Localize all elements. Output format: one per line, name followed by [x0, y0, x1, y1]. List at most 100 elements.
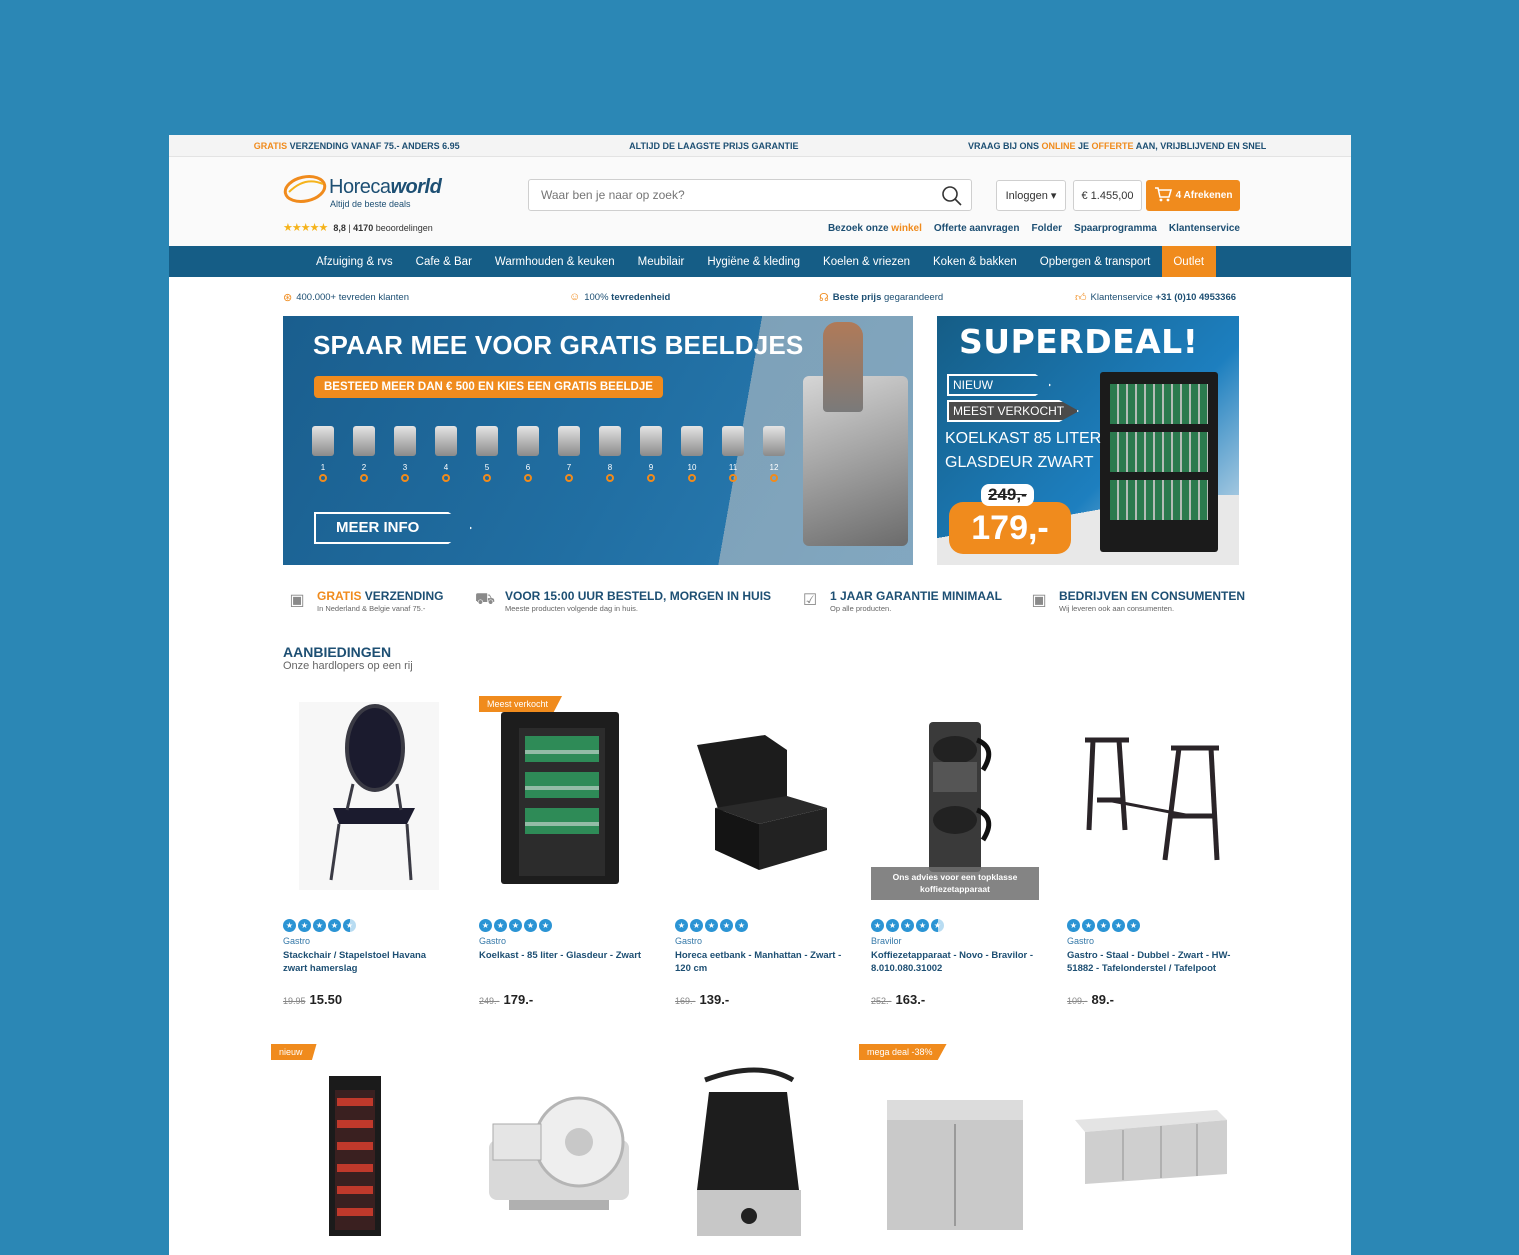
figurine-number: 2 [361, 463, 367, 472]
product-title[interactable]: Stackchair / Stapelstoel Havana zwart ha… [283, 949, 451, 975]
product-image-coffee-machine[interactable]: Ons advies voor een topklasse koffiezeta… [871, 700, 1041, 900]
logo[interactable]: Horecaworld Altijd de beste deals [283, 172, 463, 212]
radio-dot-icon[interactable] [770, 474, 778, 482]
chevron-down-icon: ▾ [1050, 190, 1057, 202]
radio-dot-icon[interactable] [442, 474, 450, 482]
product-title[interactable]: Gastro - Staal - Dubbel - Zwart - HW-518… [1067, 949, 1235, 975]
figurine-option[interactable]: 6 [514, 426, 542, 482]
usp4-rest: Klantenservice [1090, 292, 1156, 303]
product-image-display-fridge[interactable] [283, 1050, 453, 1250]
product-image-bench[interactable] [675, 700, 845, 900]
radio-dot-icon[interactable] [606, 474, 614, 482]
checkout-label: 4 Afrekenen [1175, 190, 1233, 201]
figurine-image [640, 426, 662, 456]
fridge-shelf [1110, 480, 1208, 520]
product-image-contact-grill[interactable] [675, 1050, 845, 1250]
product-title[interactable]: Koffiezetapparaat - Novo - Bravilor - 8.… [871, 949, 1039, 975]
link-savings-program[interactable]: Spaarprogramma [1074, 223, 1157, 234]
nav-item-afzuiging[interactable]: Afzuiging & rvs [304, 246, 404, 277]
radio-dot-icon[interactable] [401, 474, 409, 482]
product-rating: ★ ★ ★ ★ ★ [479, 919, 552, 932]
figurine-option[interactable]: 3 [391, 426, 419, 482]
usp-lowest-price: ALTIJD DE LAAGSTE PRIJS GARANTIE [629, 140, 799, 151]
star-icon: ★ [735, 919, 748, 932]
figurine-option[interactable]: 5 [473, 426, 501, 482]
search-icon[interactable] [941, 185, 963, 212]
nav-item-opbergen[interactable]: Opbergen & transport [1028, 246, 1162, 277]
radio-dot-icon[interactable] [647, 474, 655, 482]
nav-item-warmhouden[interactable]: Warmhouden & keuken [483, 246, 626, 277]
star-icon: ★ [1082, 919, 1095, 932]
radio-dot-icon[interactable] [729, 474, 737, 482]
star-icon: ★ [494, 919, 507, 932]
usp1-bold: 400.000+ tevreden [296, 292, 376, 303]
usp4-text: Klantenservice +31 (0)10 4953366 [1091, 292, 1237, 303]
logo-tagline: Altijd de beste deals [330, 199, 411, 209]
star-icon: ★ [479, 919, 492, 932]
usp-quote-c: JE [1075, 140, 1092, 151]
radio-dot-icon[interactable] [483, 474, 491, 482]
figurine-option[interactable]: 4 [432, 426, 460, 482]
search-input[interactable] [529, 180, 971, 210]
review-summary[interactable]: ★★★★★ 8,8 | 4170 beoordelingen [283, 221, 433, 234]
product-title[interactable]: Koelkast - 85 liter - Glasdeur - Zwart [479, 949, 647, 962]
radio-dot-icon[interactable] [565, 474, 573, 482]
figurine-option[interactable]: 10 [678, 426, 706, 482]
benefit-title: 1 JAAR GARANTIE MINIMAAL [830, 589, 1003, 603]
search-box [528, 179, 972, 211]
usp-quote: VRAAG BIJ ONS ONLINE JE OFFERTE AAN, VRI… [968, 141, 1266, 151]
cart-total[interactable]: € 1.455,00 [1073, 180, 1142, 211]
radio-dot-icon[interactable] [319, 474, 327, 482]
link-visit-store[interactable]: Bezoek onze winkel [828, 223, 922, 234]
more-info-button[interactable]: MEER INFO [314, 512, 472, 544]
radio-dot-icon[interactable] [524, 474, 532, 482]
figurine-option[interactable]: 1 [309, 426, 337, 482]
superdeal-banner[interactable]: SUPERDEAL! NIEUW MEEST VERKOCHT KOELKAST… [937, 316, 1239, 565]
benefit-next-day: ⛟ VOOR 15:00 UUR BESTELD, MORGEN IN HUIS… [471, 589, 771, 613]
percent-icon: ⊛ [283, 292, 293, 304]
star-icon: ★ [1097, 919, 1110, 932]
old-price: 109.- [1067, 996, 1088, 1006]
figurine-option[interactable]: 9 [637, 426, 665, 482]
radio-dot-icon[interactable] [688, 474, 696, 482]
link-request-quote[interactable]: Offerte aanvragen [934, 223, 1020, 234]
nav-item-cafe-bar[interactable]: Cafe & Bar [404, 246, 483, 277]
benefit-sub: Op alle producten. [830, 604, 892, 613]
rating-text: 8,8 | 4170 beoordelingen [333, 223, 432, 233]
figurine-option[interactable]: 2 [350, 426, 378, 482]
product-image-table-frame[interactable] [1067, 700, 1237, 900]
figurine-image [681, 426, 703, 456]
login-button[interactable]: Inloggen ▾ [996, 180, 1066, 211]
link-folder[interactable]: Folder [1031, 223, 1062, 234]
product-image-chair[interactable] [283, 700, 453, 900]
product-image-fridge[interactable] [479, 700, 649, 900]
savings-banner[interactable]: SPAAR MEE VOOR GRATIS BEELDJES BESTEED M… [283, 316, 913, 565]
benefit-text: 1 JAAR GARANTIE MINIMAAL Op alle product… [830, 589, 1002, 613]
figurine-image [353, 426, 375, 456]
logo-bold: world [390, 176, 442, 198]
nav-item-meubilair[interactable]: Meubilair [626, 246, 696, 277]
figurine-option[interactable]: 8 [596, 426, 624, 482]
figurine-option[interactable]: 11 [719, 426, 747, 482]
nav-item-koken[interactable]: Koken & bakken [922, 246, 1029, 277]
usp2-text: 100% tevredenheid [584, 292, 670, 303]
nav-item-hygiene[interactable]: Hygiëne & kleding [696, 246, 812, 277]
radio-dot-icon[interactable] [360, 474, 368, 482]
figurine-option[interactable]: 12 [760, 426, 788, 482]
product-title[interactable]: Horeca eetbank - Manhattan - Zwart - 120… [675, 949, 843, 975]
link-customer-service[interactable]: Klantenservice [1169, 223, 1240, 234]
product-image-cooling-workbench[interactable] [1067, 1050, 1237, 1250]
usp-quote-a: VRAAG BIJ ONS [968, 140, 1042, 151]
checkout-button[interactable]: 4 Afrekenen [1146, 180, 1240, 211]
nav-item-koelen[interactable]: Koelen & vriezen [812, 246, 922, 277]
product-prices: 169.- 139.- [675, 992, 729, 1007]
product-image-saladette[interactable] [871, 1050, 1041, 1250]
star-icon: ★ [886, 919, 899, 932]
link-visit-b: winkel [891, 223, 922, 234]
figurine-number: 9 [648, 463, 654, 472]
figurine-option[interactable]: 7 [555, 426, 583, 482]
nav-item-outlet[interactable]: Outlet [1161, 246, 1216, 277]
figurine-image [476, 426, 498, 456]
product-image-slicer[interactable] [479, 1050, 649, 1250]
old-price: 252.- [871, 996, 892, 1006]
